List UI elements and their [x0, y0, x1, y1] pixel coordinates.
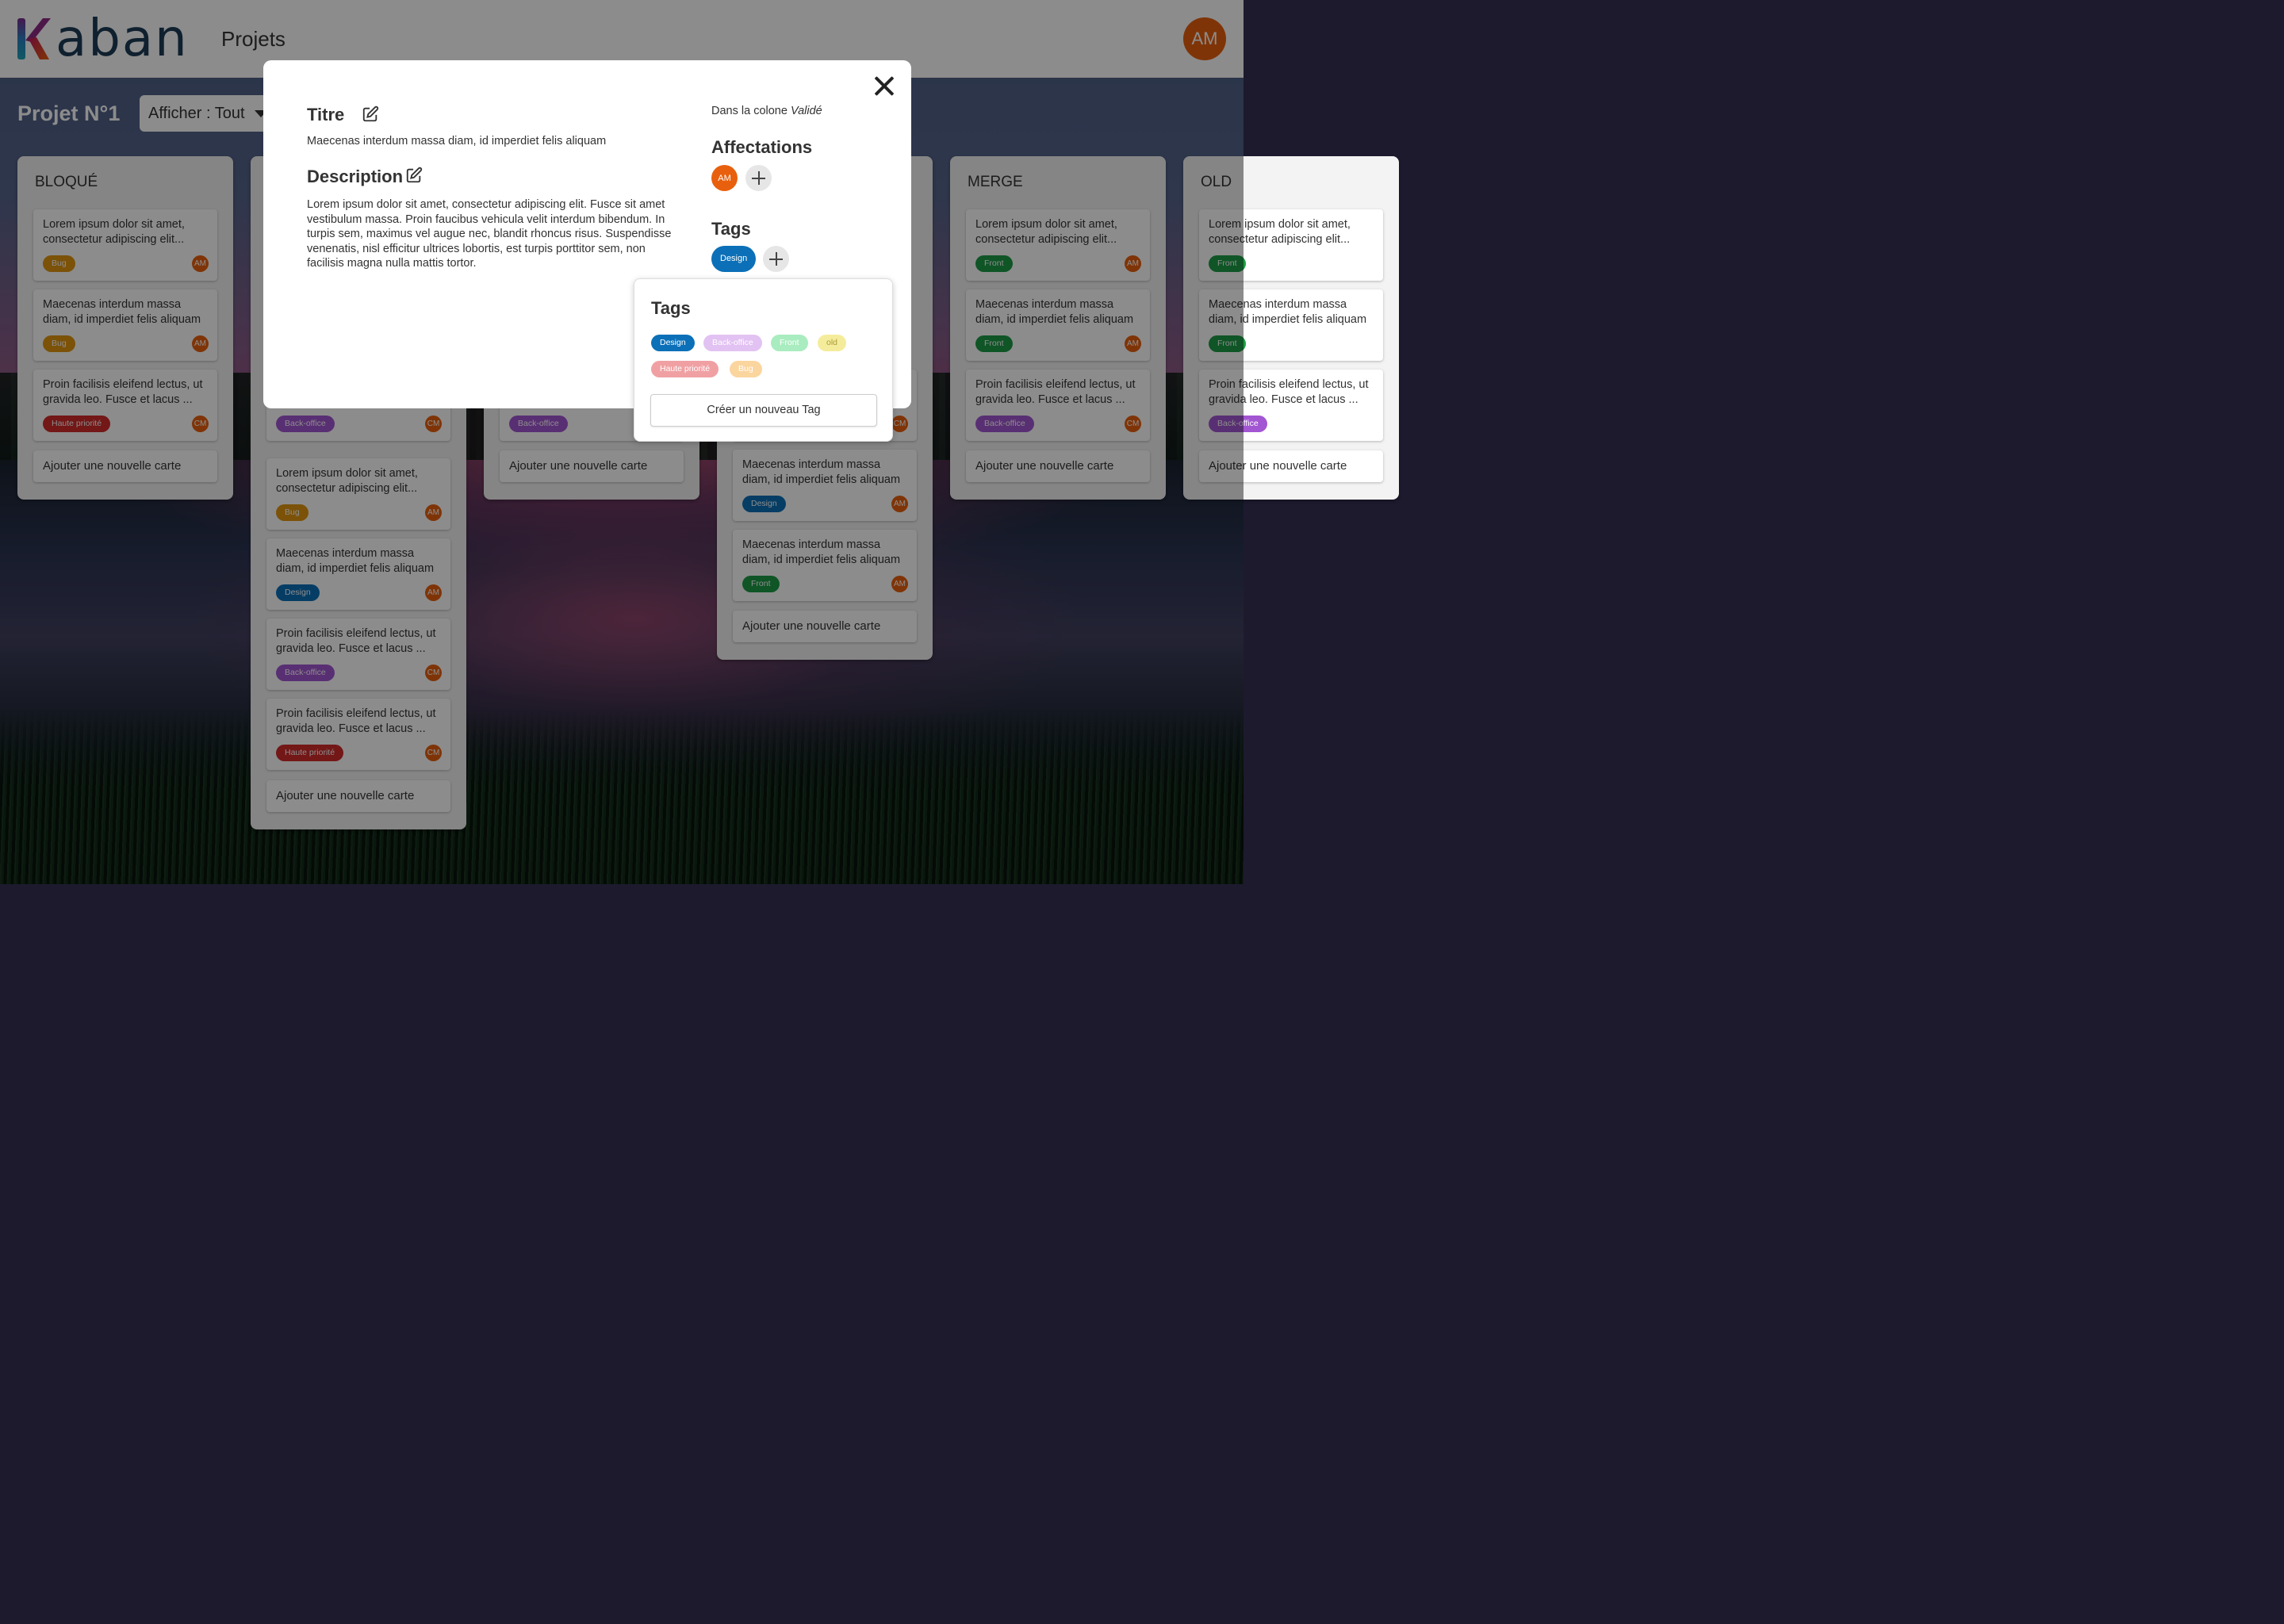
- title-value: Maecenas interdum massa diam, id imperdi…: [307, 135, 607, 147]
- popover-tag-front[interactable]: Front: [771, 335, 808, 351]
- modal-tag-design[interactable]: Design: [711, 246, 757, 272]
- popover-tag-old[interactable]: old: [818, 335, 847, 351]
- column-info: Dans la colone Validé: [711, 105, 822, 117]
- column-info-name: Validé: [790, 105, 822, 117]
- tags-heading: Tags: [711, 219, 751, 239]
- tags-popover: Tags Design Back-office Front old Haute …: [634, 278, 893, 442]
- popover-title: Tags: [651, 298, 691, 318]
- close-icon[interactable]: [873, 75, 895, 97]
- description-value: Lorem ipsum dolor sit amet, consectetur …: [307, 198, 672, 270]
- popover-tag-bug[interactable]: Bug: [730, 361, 762, 377]
- popover-tag-design[interactable]: Design: [651, 335, 695, 351]
- title-heading: Titre: [307, 105, 345, 124]
- popover-tag-back-office[interactable]: Back-office: [703, 335, 762, 351]
- add-assignee-plus-icon[interactable]: [745, 165, 772, 191]
- description-heading: Description: [307, 167, 404, 186]
- add-tag-plus-icon[interactable]: [763, 246, 789, 272]
- assignee-avatar[interactable]: AM: [711, 165, 738, 191]
- edit-description-icon[interactable]: [405, 167, 423, 184]
- affectations-heading: Affectations: [711, 137, 813, 157]
- column-info-prefix: Dans la colone: [711, 105, 791, 117]
- popover-tag-haute-priorite[interactable]: Haute priorité: [651, 361, 719, 377]
- create-tag-button[interactable]: Créer un nouveau Tag: [650, 394, 877, 427]
- edit-title-icon[interactable]: [362, 105, 379, 123]
